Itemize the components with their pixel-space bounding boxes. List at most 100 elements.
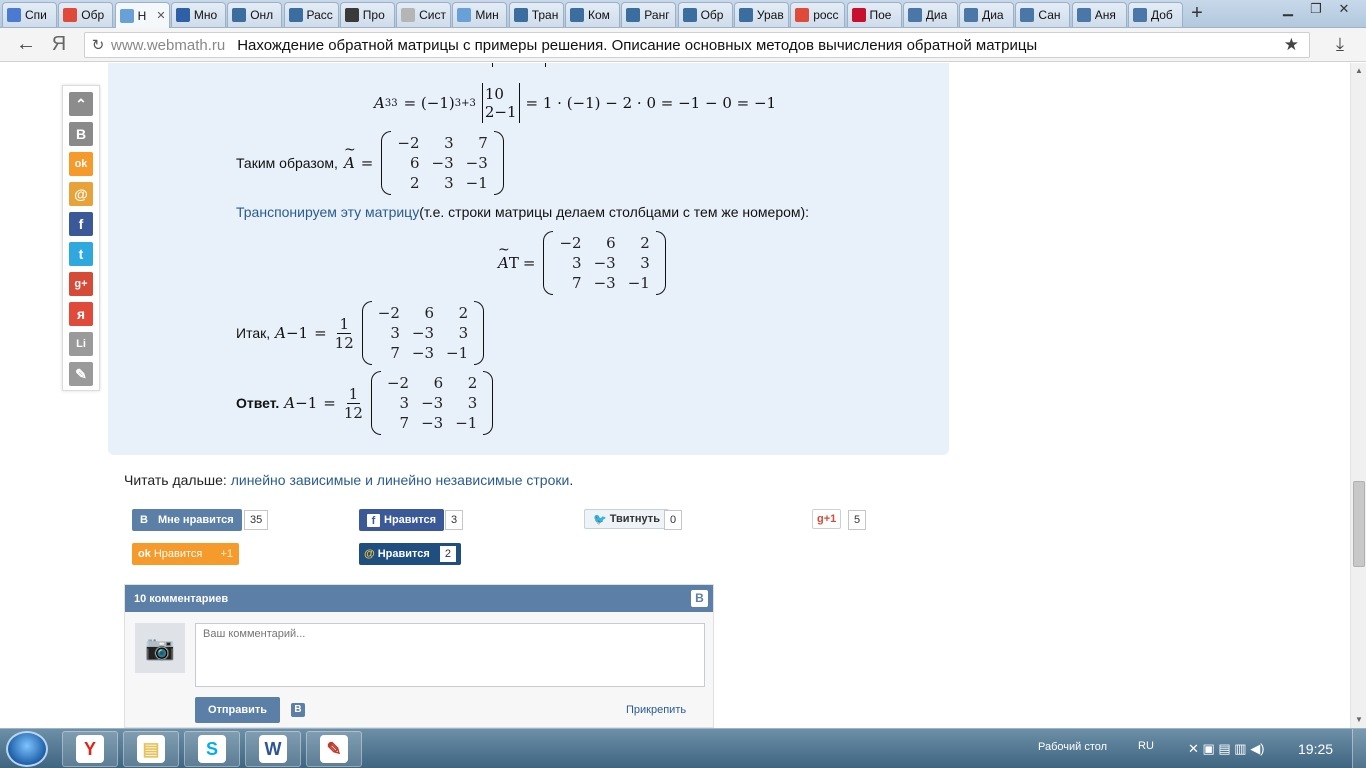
browser-tab[interactable]: Ранг: [621, 2, 677, 27]
send-button[interactable]: Отправить: [195, 697, 280, 723]
comment-input[interactable]: [195, 623, 705, 687]
browser-tab[interactable]: Мин: [452, 2, 508, 27]
matrix-cell: 2: [640, 234, 650, 252]
googleplus-button[interactable]: g +1: [812, 509, 842, 529]
browser-tab[interactable]: Доб: [1128, 2, 1183, 27]
matrix-row: −2 6 2: [381, 373, 483, 393]
transpose-superscript: T: [508, 254, 519, 272]
equals-sign: =: [314, 324, 327, 342]
comments-title: 10 комментариев: [134, 592, 229, 605]
refresh-icon[interactable]: ↻: [85, 36, 111, 54]
vk-like-button[interactable]: B Мне нравится: [132, 509, 242, 531]
close-tab-icon[interactable]: ✕: [156, 9, 165, 22]
math-icon: [232, 8, 247, 22]
moimir-icon[interactable]: я: [69, 302, 93, 326]
skype-icon[interactable]: S: [184, 731, 240, 767]
browser-tab[interactable]: Онл: [227, 2, 283, 27]
url-page-title: Нахождение обратной матрицы с примеры ре…: [237, 36, 1038, 54]
math-icon: [570, 8, 584, 22]
tab-label: Сист: [419, 8, 446, 22]
word-icon[interactable]: W: [245, 731, 301, 767]
new-tab-button[interactable]: +: [1184, 3, 1210, 25]
url-field[interactable]: ↻ www.webmath.ru Нахождение обратной мат…: [84, 32, 1310, 58]
doc-icon: [7, 8, 21, 22]
download-icon[interactable]: ⤓: [1328, 34, 1352, 56]
yandex-browser-icon[interactable]: Y: [62, 731, 118, 767]
browser-tab[interactable]: Сан: [1015, 2, 1071, 27]
scroll-up-icon[interactable]: ▲: [1351, 63, 1366, 79]
tab-label: Пое: [869, 8, 892, 22]
browser-tab[interactable]: Сист: [396, 2, 452, 27]
windows-start-icon[interactable]: [6, 731, 48, 767]
twitter-tweet-button[interactable]: 🐦 Твитнуть: [584, 509, 669, 529]
matrix-cell: −1: [446, 344, 469, 362]
desktop-toolbar-label[interactable]: Рабочий стол: [1038, 741, 1107, 753]
browser-tab[interactable]: Аня: [1071, 2, 1127, 27]
browser-tab[interactable]: Диа: [902, 2, 958, 27]
browser-tab[interactable]: росс: [790, 2, 846, 27]
browser-tab[interactable]: Спи: [2, 2, 57, 27]
show-desktop-button[interactable]: [1352, 729, 1366, 768]
paint-icon[interactable]: ✎: [306, 731, 362, 767]
googleplus-icon[interactable]: g+: [69, 272, 93, 296]
mailru-like-button[interactable]: @ Нравится 2: [359, 543, 461, 565]
adjugate-matrix: −2 3 7 6 −3 −3 2 3 −1: [381, 131, 504, 195]
browser-tab[interactable]: Н ✕: [114, 2, 170, 28]
matrix-cell: 0: [494, 85, 504, 103]
browser-tab[interactable]: Ком: [565, 2, 620, 27]
clover-icon: [344, 8, 359, 22]
so-label: Итак,: [236, 325, 271, 341]
scrollbar-thumb[interactable]: [1353, 481, 1365, 567]
tray-icons[interactable]: ✕ ▣ ▤ ▥ ◀): [1188, 741, 1265, 757]
matrix-row: 10: [485, 85, 517, 103]
attach-link[interactable]: Прикрепить: [626, 704, 686, 716]
vk-icon: B: [140, 514, 148, 526]
back-arrow-icon[interactable]: ←: [14, 34, 38, 56]
transpose-link[interactable]: Транспонируем эту матрицу: [236, 204, 419, 220]
browser-tab[interactable]: Пое: [846, 2, 902, 27]
minimize-icon[interactable]: ▁: [1274, 0, 1302, 20]
star-icon[interactable]: ★: [1284, 35, 1299, 55]
explorer-icon[interactable]: ▤: [123, 731, 179, 767]
browser-tab[interactable]: Тран: [508, 2, 564, 27]
math-icon: [288, 8, 303, 22]
yandex-icon[interactable]: Я: [48, 33, 70, 57]
close-icon[interactable]: ✕: [1330, 0, 1358, 20]
address-bar: ← Я ↻ www.webmath.ru Нахождение обратной…: [0, 28, 1366, 62]
browser-tab[interactable]: Расс: [283, 2, 339, 27]
facebook-like-button[interactable]: f Нравится: [359, 509, 445, 531]
clock[interactable]: 19:25: [1298, 741, 1333, 757]
read-more-link[interactable]: линейно зависимые и линейно независимые …: [231, 472, 570, 488]
inverse-matrix: −2 6 2 3 −3 3 7 −3 −1: [361, 301, 485, 365]
scroll-down-icon[interactable]: ▼: [1351, 712, 1366, 728]
browser-tab[interactable]: Обр: [58, 2, 114, 27]
facebook-icon[interactable]: f: [69, 212, 93, 236]
odnoklassniki-icon[interactable]: ok: [69, 152, 93, 176]
browser-tab[interactable]: Урав: [733, 2, 789, 27]
bookmark-icon[interactable]: ✎: [69, 362, 93, 386]
browser-tab[interactable]: Диа: [959, 2, 1015, 27]
facebook-like-count: 3: [445, 510, 464, 530]
matrix-cell: 6: [424, 304, 435, 322]
vk-icon[interactable]: B: [291, 703, 305, 717]
liveinternet-icon[interactable]: Li: [69, 332, 93, 356]
page-scrollbar[interactable]: ▲ ▼: [1350, 63, 1366, 728]
vk-icon: [1076, 8, 1091, 22]
matrix-cell: −3: [593, 274, 616, 292]
scroll-up-icon[interactable]: ⌃: [69, 92, 93, 116]
answer-superscript: −1: [295, 394, 318, 412]
facebook-icon: f: [367, 513, 380, 527]
browser-tab[interactable]: Мно: [170, 2, 226, 27]
browser-tab[interactable]: Обр: [677, 2, 733, 27]
twitter-icon[interactable]: t: [69, 242, 93, 266]
transposed-symbol: A: [498, 242, 510, 272]
language-indicator[interactable]: RU: [1138, 740, 1154, 752]
browser-tab[interactable]: Про: [339, 2, 395, 27]
tab-label: Ком: [588, 8, 610, 22]
restore-icon[interactable]: ❐: [1302, 0, 1330, 20]
odnoklassniki-like-button[interactable]: ok Нравится +1: [132, 543, 239, 565]
tab-label: Мно: [193, 8, 218, 22]
googleplus-count: 5: [848, 510, 867, 530]
vk-icon[interactable]: B: [69, 122, 93, 146]
mailru-icon[interactable]: @: [69, 182, 93, 206]
